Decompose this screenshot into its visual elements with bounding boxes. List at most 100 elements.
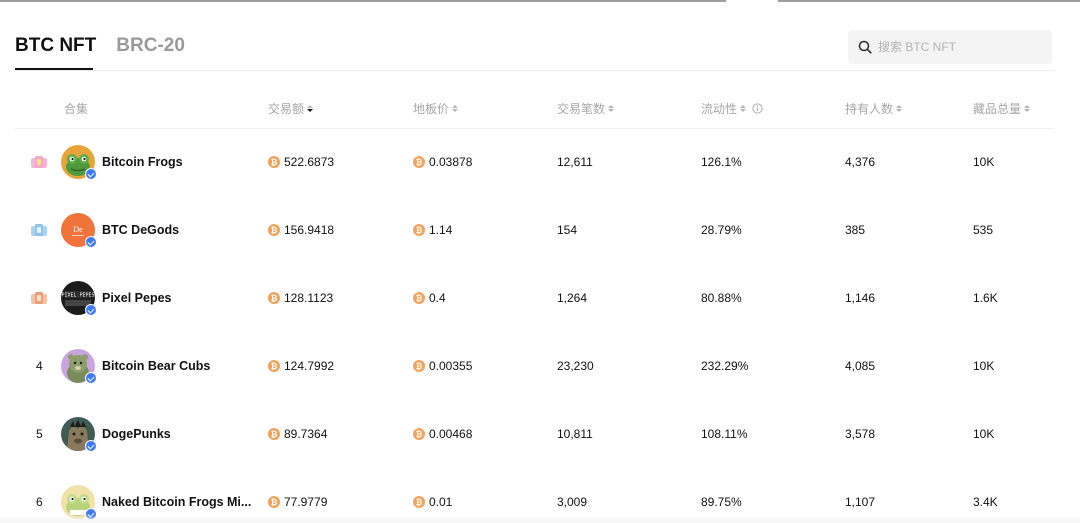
volume-value: 77.9779 <box>284 495 328 509</box>
rank-cell: 4 <box>36 346 43 386</box>
header-supply-label: 藏品总量 <box>973 102 1022 116</box>
bottom-edge <box>0 515 1080 523</box>
rank-cell <box>30 210 48 250</box>
info-icon[interactable] <box>752 103 763 114</box>
trades-cell: 154 <box>557 223 578 237</box>
header-trades[interactable]: 交易笔数 <box>557 100 615 117</box>
floor-value: 0.4 <box>429 291 446 305</box>
header-liquidity[interactable]: 流动性 <box>701 100 763 117</box>
holders-cell: 4,376 <box>845 155 876 169</box>
header-volume-label: 交易额 <box>268 102 305 116</box>
supply-cell: 535 <box>973 223 994 237</box>
table-header: 合集 交易额 地板价 交易笔数 流动性 持有人数 藏品总量 <box>0 100 1080 118</box>
gold-medal-icon <box>31 156 47 168</box>
header-supply[interactable]: 藏品总量 <box>973 100 1031 117</box>
table-row[interactable]: 4 Bitcoin Bear Cubs ₿ 124.7992 ₿ 0.00355 2… <box>0 346 1080 386</box>
collection-name[interactable]: Bitcoin Frogs <box>102 155 183 169</box>
bronze-medal-icon <box>31 292 47 304</box>
sort-icon[interactable] <box>307 105 314 112</box>
header-holders[interactable]: 持有人数 <box>845 100 903 117</box>
verified-icon <box>85 304 97 316</box>
volume-value: 89.7364 <box>284 427 328 441</box>
bitcoin-icon: ₿ <box>268 360 280 372</box>
bitcoin-icon: ₿ <box>413 360 425 372</box>
floor-cell: ₿ 0.00468 <box>413 414 472 454</box>
bitcoin-icon: ₿ <box>413 292 425 304</box>
bitcoin-icon: ₿ <box>413 496 425 508</box>
collection-cell[interactable]: Bitcoin Bear Cubs <box>61 346 210 386</box>
sort-icon[interactable] <box>740 105 747 112</box>
header-volume[interactable]: 交易额 <box>268 100 314 117</box>
header-floor-price-label: 地板价 <box>413 102 450 116</box>
floor-cell: ₿ 0.4 <box>413 278 446 318</box>
rank-cell: 5 <box>36 414 43 454</box>
header-trades-label: 交易笔数 <box>557 102 606 116</box>
avatar-text: PIXEL PEPES <box>61 293 94 299</box>
top-border <box>0 0 1080 2</box>
bitcoin-icon: ₿ <box>268 224 280 236</box>
sort-icon[interactable] <box>1024 105 1031 112</box>
bitcoin-icon: ₿ <box>268 292 280 304</box>
verified-icon <box>85 168 97 180</box>
volume-cell: ₿ 124.7992 <box>268 346 334 386</box>
liquidity-cell: 126.1% <box>701 155 742 169</box>
bitcoin-icon: ₿ <box>413 428 425 440</box>
tab-btc-nft[interactable]: BTC NFT <box>15 34 96 58</box>
header-collection: 合集 <box>64 100 88 117</box>
floor-value: 0.00355 <box>429 359 473 373</box>
collection-name[interactable]: Naked Bitcoin Frogs Mi... <box>102 495 251 509</box>
table-row[interactable]: 5 DogePunks ₿ 89.7364 ₿ 0.00468 10,811 108… <box>0 414 1080 454</box>
liquidity-cell: 28.79% <box>701 223 742 237</box>
collection-cell[interactable]: PIXEL PEPES Pixel Pepes <box>61 278 172 318</box>
top-border-gap <box>726 0 778 2</box>
verified-icon <box>85 236 97 248</box>
trades-cell: 12,611 <box>557 155 593 169</box>
table-row[interactable]: De BTC DeGods ₿ 156.9418 ₿ 1.14 154 28.79%… <box>0 210 1080 250</box>
collection-cell[interactable]: De BTC DeGods <box>61 210 179 250</box>
avatar <box>61 485 97 520</box>
tab-brc-20[interactable]: BRC-20 <box>116 34 185 58</box>
sort-icon[interactable] <box>452 105 459 112</box>
supply-cell: 10K <box>973 359 995 373</box>
volume-cell: ₿ 89.7364 <box>268 414 327 454</box>
collection-name[interactable]: Bitcoin Bear Cubs <box>102 359 210 373</box>
collection-name[interactable]: Pixel Pepes <box>102 291 172 305</box>
avatar: De <box>61 213 97 248</box>
bitcoin-icon: ₿ <box>413 224 425 236</box>
table-row[interactable]: PIXEL PEPES Pixel Pepes ₿ 128.1123 ₿ 0.4 1… <box>0 278 1080 318</box>
silver-medal-icon <box>31 224 47 236</box>
header-collection-label: 合集 <box>64 102 89 116</box>
sort-icon[interactable] <box>608 105 615 112</box>
avatar <box>61 145 97 180</box>
avatar-text: De <box>73 225 83 234</box>
bitcoin-icon: ₿ <box>268 156 280 168</box>
collection-name[interactable]: DogePunks <box>102 427 171 441</box>
category-tabs: BTC NFT BRC-20 <box>15 34 185 58</box>
sort-icon[interactable] <box>896 105 903 112</box>
volume-cell: ₿ 522.6873 <box>268 142 334 182</box>
volume-value: 156.9418 <box>284 223 335 237</box>
rank-cell <box>30 142 48 182</box>
floor-cell: ₿ 0.00355 <box>413 346 472 386</box>
volume-cell: ₿ 156.9418 <box>268 210 334 250</box>
table-row[interactable]: Bitcoin Frogs ₿ 522.6873 ₿ 0.03878 12,611 … <box>0 142 1080 182</box>
header-floor-price[interactable]: 地板价 <box>413 100 459 117</box>
trades-cell: 23,230 <box>557 359 594 373</box>
avatar <box>61 349 97 384</box>
search-box[interactable] <box>848 30 1052 64</box>
rank-number: 5 <box>36 427 43 441</box>
volume-value: 128.1123 <box>284 291 334 305</box>
search-input[interactable] <box>878 40 1038 54</box>
collection-cell[interactable]: DogePunks <box>61 414 171 454</box>
volume-cell: ₿ 128.1123 <box>268 278 333 318</box>
supply-cell: 10K <box>973 155 995 169</box>
collection-cell[interactable]: Bitcoin Frogs <box>61 142 183 182</box>
floor-value: 0.01 <box>429 495 453 509</box>
rank-number: 4 <box>36 359 43 373</box>
collection-name[interactable]: BTC DeGods <box>102 223 179 237</box>
verified-icon <box>85 372 97 384</box>
search-icon <box>858 40 872 54</box>
supply-cell: 1.6K <box>973 291 998 305</box>
volume-value: 124.7992 <box>284 359 335 373</box>
avatar: PIXEL PEPES <box>61 281 97 316</box>
